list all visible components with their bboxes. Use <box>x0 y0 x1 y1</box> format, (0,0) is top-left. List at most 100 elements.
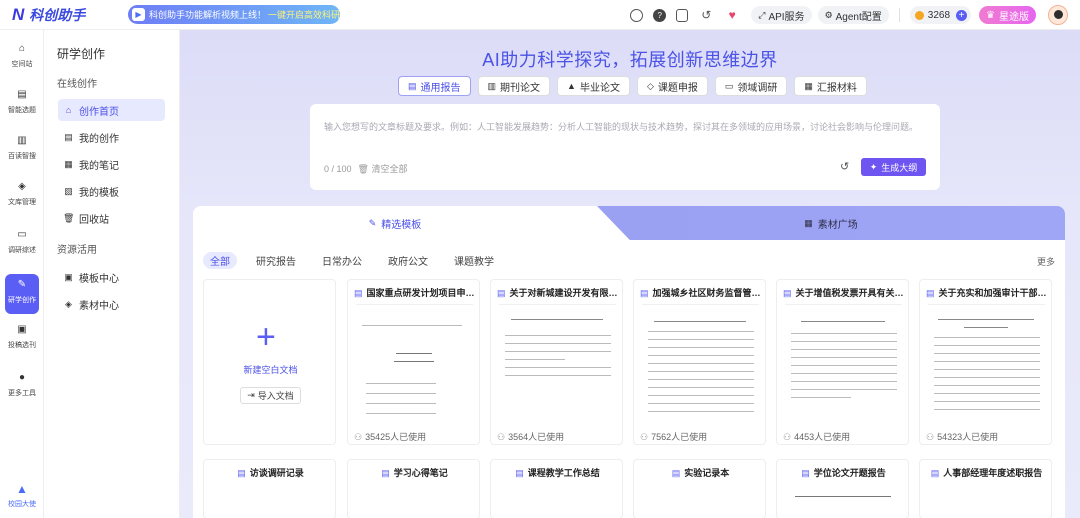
writing-type-tabs: ▤ 通用报告 ▥ 期刊论文 ▲ 毕业论文 ◇ 课题申报 ▭ 领域调研 ▦ 汇报材料 <box>398 76 874 96</box>
template-card[interactable]: ▤ 加强城乡社区财务监督管理... ⚇ 7562人已使用 <box>633 279 766 445</box>
sidebar-item-recycle-bin[interactable]: 🗑︎ 回收站 <box>58 207 165 229</box>
link-icon: ⤢ <box>758 9 766 20</box>
rail-item-campus-ambassador[interactable]: ▲ 校园大使 <box>0 482 44 509</box>
graduation-cap-icon: ▲ <box>16 482 28 496</box>
template-card[interactable]: ▤ 实验记录本 <box>633 459 766 518</box>
sidebar-group-online: 在线创作 <box>57 79 97 90</box>
video-icon: ▶ <box>132 8 145 21</box>
avatar[interactable] <box>1048 5 1068 25</box>
announcement-banner[interactable]: ▶ 科创助手功能解析视频上线！ 一键开启高效科研~ <box>128 5 340 24</box>
sidebar-item-material-center[interactable]: ◈ 素材中心 <box>58 293 165 315</box>
api-service-button[interactable]: ⤢ API服务 <box>751 6 812 24</box>
template-card[interactable]: ▤ 学习心得笔记 <box>347 459 480 518</box>
new-doc-label: 新建空白文档 <box>243 365 298 375</box>
import-document-button[interactable]: ⇥ 导入文档 <box>240 387 301 404</box>
tab-journal-paper[interactable]: ▥ 期刊论文 <box>477 76 551 96</box>
headset-icon[interactable] <box>630 8 644 22</box>
filter-all[interactable]: 全部 <box>203 252 237 269</box>
char-count: 0 / 100 🗑︎ 清空全部 <box>324 162 407 175</box>
sidebar-item-label: 回收站 <box>79 214 109 226</box>
tab-label: 毕业论文 <box>579 82 620 94</box>
tab-presentation[interactable]: ▦ 汇报材料 <box>794 76 867 96</box>
agent-label: Agent配置 <box>835 11 882 23</box>
rail-item-review[interactable]: ▭ 调研综述 <box>0 228 44 255</box>
history-icon[interactable]: ↺ <box>840 160 849 173</box>
generate-outline-button[interactable]: ✦ 生成大纲 <box>861 158 926 176</box>
rail-item-more-tools[interactable]: ● 更多工具 <box>0 371 44 398</box>
template-card[interactable]: ▤ 关于对新城建设开发有限公... ⚇ 3564人已使用 <box>490 279 623 445</box>
app-name: 科创助手 <box>29 6 86 23</box>
rail-item-smart-search[interactable]: ▥ 百读智搜 <box>0 134 44 161</box>
template-card[interactable]: ▤ 关于增值税发票开具有关问... ⚇ 4453人已使用 <box>776 279 909 445</box>
rail-item-topic-selection[interactable]: ▤ 智能选题 <box>0 88 44 115</box>
template-panel: ✎ 精选模板 ▦ 素材广场 全部 研究报告 日常办公 政府公文 课题教学 更多 + … <box>193 206 1065 518</box>
topic-input[interactable]: 输入您想写的文章标题及要求。例如：人工智能发展趋势：分析人工智能的现状与技术趋势… <box>310 104 940 190</box>
tab-material-square[interactable]: ▦ 素材广场 <box>597 206 1065 240</box>
document-icon: ▤ <box>930 468 940 478</box>
research-icon: ▭ <box>724 80 734 91</box>
agent-config-button[interactable]: ⚙ Agent配置 <box>817 6 889 24</box>
tab-thesis[interactable]: ▲ 毕业论文 <box>557 76 630 96</box>
history-icon[interactable]: ↺ <box>698 7 714 23</box>
template-card[interactable]: ▤ 国家重点研发计划项目申报... ⚇ 35425人已使用 <box>347 279 480 445</box>
document-icon: ▤ <box>515 468 524 478</box>
crown-icon: ♛ <box>986 9 995 21</box>
tab-label: 汇报材料 <box>816 82 857 94</box>
points-balance[interactable]: 3268 + <box>909 6 972 24</box>
sparkle-icon: ✎ <box>368 217 377 228</box>
rail-item-writing[interactable]: ✎ 研学创作 <box>5 274 39 314</box>
document-preview <box>356 304 473 422</box>
sidebar-group-resources: 资源活用 <box>57 245 97 256</box>
tab-featured-templates[interactable]: ✎ 精选模板 <box>193 206 597 240</box>
sidebar-item-my-notes[interactable]: ▦ 我的笔记 <box>58 153 165 175</box>
template-title: 国家重点研发计划项目申报... <box>366 288 475 298</box>
heart-icon[interactable]: ♥ <box>724 7 740 23</box>
sidebar-item-label: 创作首页 <box>79 106 119 118</box>
usage-count: 35425人已使用 <box>365 432 427 442</box>
template-card[interactable]: ▤ 学位论文开题报告 <box>776 459 909 518</box>
grid-icon: ▦ <box>804 217 813 228</box>
sidebar-item-label: 素材中心 <box>79 300 119 312</box>
notes-icon[interactable] <box>676 8 689 22</box>
more-link[interactable]: 更多 <box>1037 255 1055 268</box>
sidebar-title: 研学创作 <box>57 47 106 61</box>
trash-icon: 🗑︎ <box>63 212 75 223</box>
filter-teaching[interactable]: 课题教学 <box>447 252 501 269</box>
document-icon: ▤ <box>640 288 649 298</box>
app-logo[interactable]: N 科创助手 <box>12 5 122 25</box>
add-points-icon[interactable]: + <box>956 9 968 21</box>
template-card[interactable]: ▤ 人事部经理年度述职报告 <box>919 459 1052 518</box>
template-card[interactable]: ▤ 关于充实和加强审计干部队... ⚇ 54323人已使用 <box>919 279 1052 445</box>
rail-item-library[interactable]: ◈ 文库管理 <box>0 180 44 207</box>
usage-count: 7562人已使用 <box>651 432 708 442</box>
document-icon: ▤ <box>354 288 363 298</box>
template-title: 关于充实和加强审计干部队... <box>938 288 1047 298</box>
sidebar-item-label: 模板中心 <box>79 273 119 285</box>
tab-label: 通用报告 <box>420 82 461 94</box>
grid-icon: ▣ <box>64 271 73 282</box>
banner-link[interactable]: 一键开启高效科研~ <box>268 8 340 21</box>
open-book-icon: ▭ <box>17 229 27 240</box>
tab-project-application[interactable]: ◇ 课题申报 <box>636 76 708 96</box>
new-blank-document-card[interactable]: + 新建空白文档 ⇥ 导入文档 <box>203 279 336 445</box>
filter-government-docs[interactable]: 政府公文 <box>381 252 435 269</box>
filter-daily-office[interactable]: 日常办公 <box>315 252 369 269</box>
clear-all-button[interactable]: 🗑︎ 清空全部 <box>358 164 408 174</box>
rail-item-submission[interactable]: ▣ 投稿选刊 <box>0 323 44 350</box>
filter-research-report[interactable]: 研究报告 <box>249 252 303 269</box>
import-icon: ⇥ <box>247 390 255 400</box>
sidebar-item-home[interactable]: ⌂ 创作首页 <box>58 99 165 121</box>
tab-field-research[interactable]: ▭ 领域调研 <box>714 76 788 96</box>
template-card[interactable]: ▤ 访谈调研记录 <box>203 459 336 518</box>
template-title: 学习心得笔记 <box>393 468 448 478</box>
top-bar: N 科创助手 ▶ 科创助手功能解析视频上线！ 一键开启高效科研~ ? ↺ ♥ ⤢… <box>0 0 1080 30</box>
help-icon[interactable]: ? <box>653 8 667 22</box>
rail-item-space-station[interactable]: ⌂ 空间站 <box>0 42 44 69</box>
sidebar-item-my-creations[interactable]: ▤ 我的创作 <box>58 126 165 148</box>
application-icon: ◇ <box>646 80 654 91</box>
sidebar-item-template-center[interactable]: ▣ 模板中心 <box>58 266 165 288</box>
tab-general-report[interactable]: ▤ 通用报告 <box>398 76 471 96</box>
vip-button[interactable]: ♛ 星途版 <box>979 6 1036 24</box>
sidebar-item-my-templates[interactable]: ▧ 我的模板 <box>58 180 165 202</box>
template-card[interactable]: ▤ 课程教学工作总结 <box>490 459 623 518</box>
